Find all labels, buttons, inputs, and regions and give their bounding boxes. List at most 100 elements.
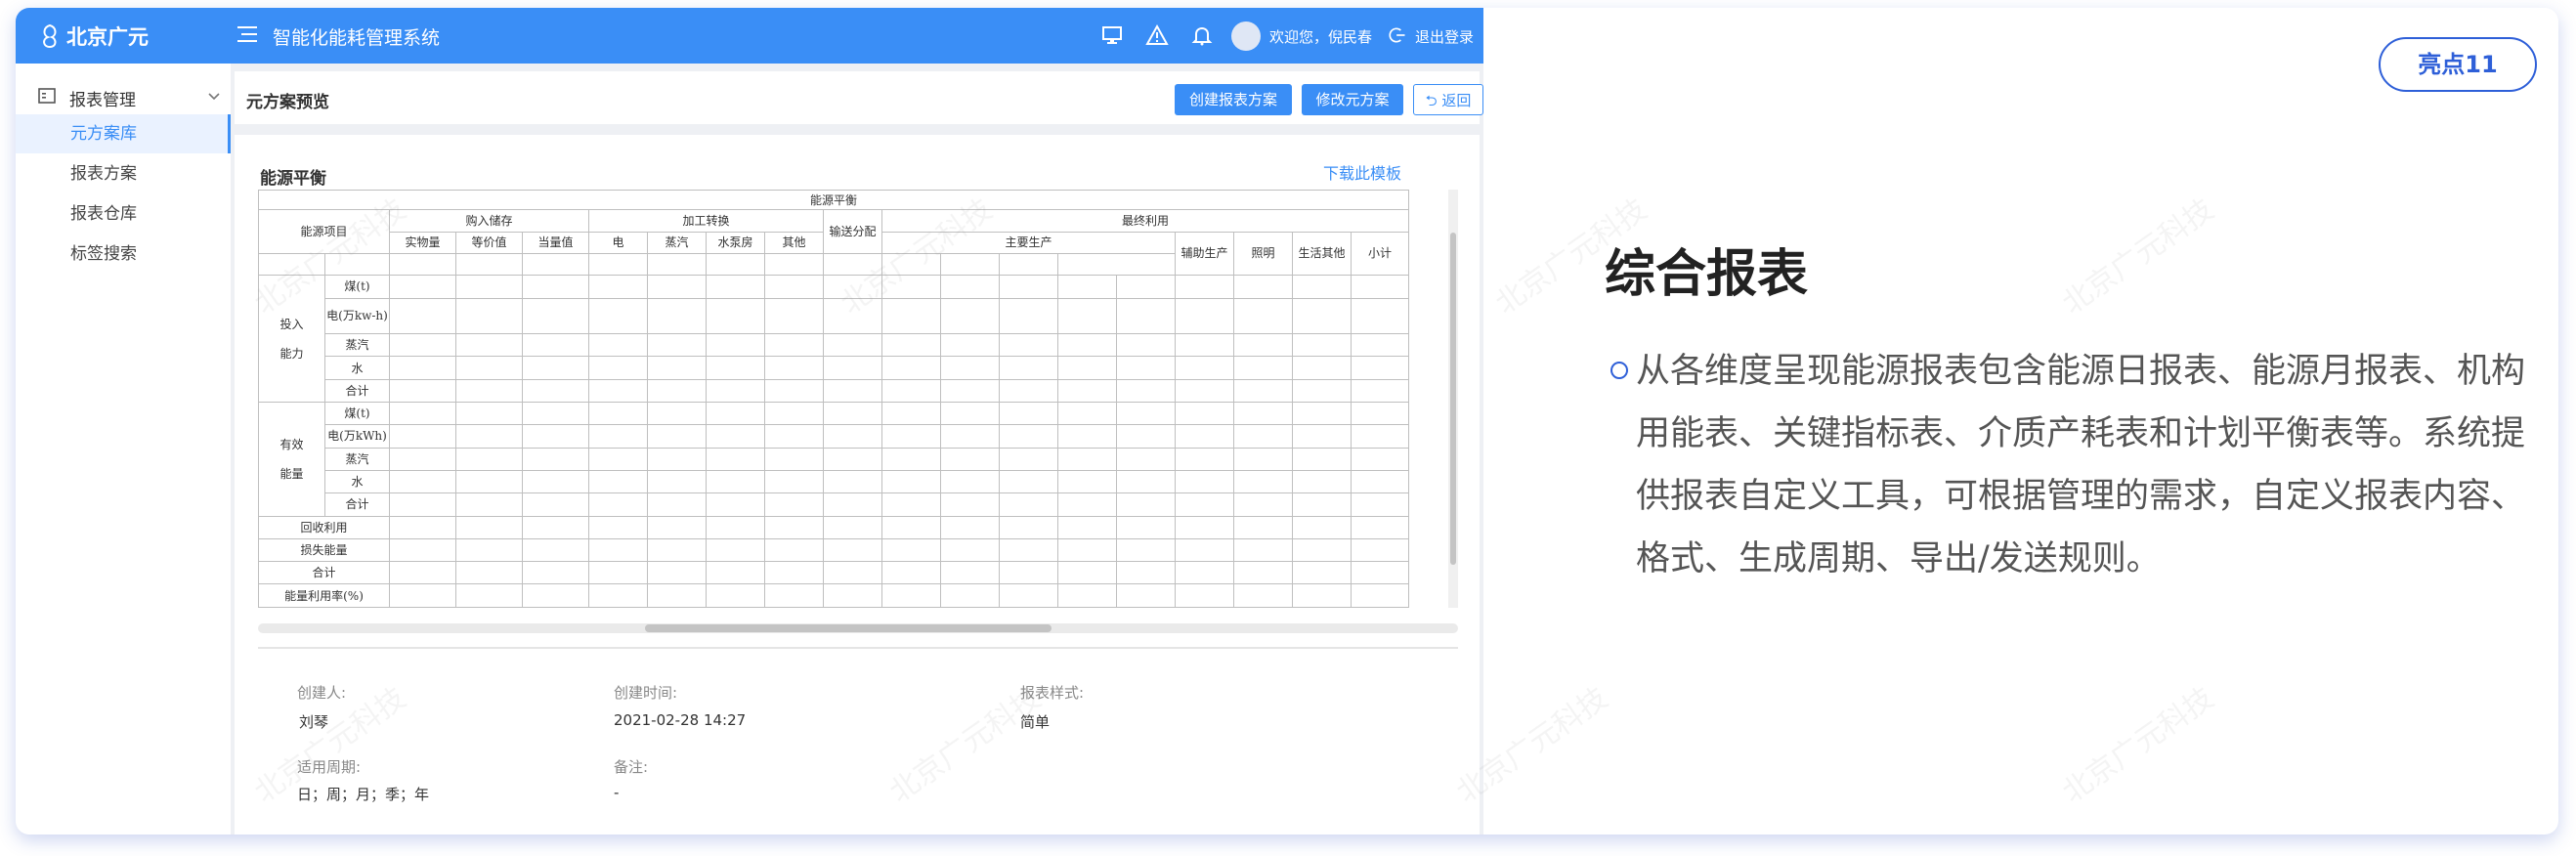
table-cell — [522, 515, 589, 539]
logo-icon — [43, 23, 57, 49]
table-cell — [1350, 469, 1410, 494]
horizontal-scroll-thumb[interactable] — [645, 624, 1052, 632]
table-cell — [999, 275, 1058, 299]
table-cell — [999, 252, 1058, 277]
table-cell — [647, 424, 707, 449]
table-cell — [389, 469, 456, 494]
avatar[interactable] — [1231, 21, 1261, 51]
table-cell — [1057, 537, 1117, 563]
table-cell — [389, 356, 456, 380]
table-cell — [1292, 275, 1352, 299]
table-cell — [588, 515, 648, 539]
bullet-icon — [1610, 362, 1628, 379]
table-cell — [706, 275, 765, 299]
table-title: 能源平衡 — [257, 189, 1410, 211]
table-cell — [940, 401, 1000, 426]
back-button[interactable]: ⮌ 返回 — [1413, 84, 1483, 115]
logout-icon[interactable] — [1388, 25, 1407, 45]
header-final: 最终利用 — [880, 209, 1410, 233]
table-cell — [1116, 333, 1176, 358]
table-cell — [588, 492, 648, 517]
table-cell — [1116, 492, 1176, 517]
warning-icon[interactable] — [1145, 23, 1169, 47]
table-cell — [1350, 297, 1410, 335]
table-cell — [881, 583, 941, 608]
sidebar: 报表管理 元方案库 报表方案 报表仓库 标签搜索 — [16, 64, 231, 835]
table-cell — [647, 447, 707, 471]
menu-icon[interactable] — [236, 23, 259, 45]
sidebar-item-tag-search[interactable]: 标签搜索 — [16, 235, 231, 274]
table-cell — [389, 515, 456, 539]
table-cell — [1350, 424, 1410, 449]
table-cell — [455, 252, 523, 277]
table-cell — [1175, 297, 1234, 335]
table-cell — [706, 561, 765, 585]
monitor-icon[interactable] — [1100, 23, 1124, 47]
table-cell — [1175, 537, 1234, 563]
table-cell — [706, 424, 765, 449]
table-cell — [764, 378, 824, 403]
table-cell — [647, 333, 707, 358]
table-cell — [1233, 492, 1293, 517]
table-cell — [522, 356, 589, 380]
table-cell — [522, 583, 589, 608]
table-cell — [1350, 583, 1410, 608]
table-cell — [764, 424, 824, 449]
table-cell — [1350, 378, 1410, 403]
logout-link[interactable]: 退出登录 — [1415, 26, 1474, 47]
table-cell — [389, 401, 456, 426]
create-report-plan-button[interactable]: 创建报表方案 — [1175, 84, 1292, 115]
vertical-scrollbar[interactable] — [1448, 190, 1458, 608]
watermark: 北京广元科技 — [2056, 192, 2220, 321]
table-cell — [823, 297, 882, 335]
logo[interactable]: 北京广元 — [39, 21, 149, 51]
table-cell — [1116, 356, 1176, 380]
table-cell — [389, 424, 456, 449]
table-cell — [1175, 333, 1234, 358]
table-cell — [706, 492, 765, 517]
table-cell — [881, 275, 941, 299]
bell-icon[interactable] — [1190, 23, 1214, 47]
table-cell — [1292, 447, 1352, 471]
header-sub-pump: 水泵房 — [706, 231, 765, 254]
table-cell — [823, 275, 882, 299]
table-cell — [940, 252, 1000, 277]
table-cell — [706, 447, 765, 471]
horizontal-scrollbar[interactable] — [258, 623, 1458, 633]
table-cell — [1175, 275, 1234, 299]
table-cell — [1116, 469, 1176, 494]
table-cell — [940, 515, 1000, 539]
header-sub-main: 主要生产 — [881, 231, 1176, 254]
vertical-scroll-thumb[interactable] — [1450, 233, 1456, 565]
row-label: 合计 — [324, 378, 390, 403]
table-cell — [1350, 447, 1410, 471]
table-cell — [881, 469, 941, 494]
table-cell — [823, 537, 882, 563]
table-row: 合计 — [259, 492, 1410, 517]
table-cell — [881, 297, 941, 335]
table-cell — [940, 537, 1000, 563]
page-header: 元方案预览 创建报表方案 修改元方案 ⮌ 返回 — [235, 71, 1483, 124]
preview-panel: 能源平衡 下载此模板 能源平衡 能源项目 购入储存 加工转换 输送分配 最终利用… — [235, 135, 1480, 835]
sidebar-item-meta-library[interactable]: 元方案库 — [16, 114, 231, 153]
section-heading: 综合报表 — [1605, 245, 1809, 304]
table-cell — [647, 401, 707, 426]
table-cell — [999, 583, 1058, 608]
download-template-link[interactable]: 下载此模板 — [1323, 160, 1401, 184]
table-cell — [1057, 401, 1117, 426]
sidebar-item-report-warehouse[interactable]: 报表仓库 — [16, 194, 231, 234]
table-cell — [999, 297, 1058, 335]
report-icon — [38, 88, 56, 104]
created-time-label: 创建时间: — [614, 684, 678, 702]
sidebar-group-report[interactable]: 报表管理 — [16, 81, 231, 112]
table-cell — [1350, 401, 1410, 426]
sidebar-item-report-plan[interactable]: 报表方案 — [16, 154, 231, 193]
table-cell — [940, 424, 1000, 449]
edit-meta-plan-button[interactable]: 修改元方案 — [1302, 84, 1403, 115]
table-cell — [764, 252, 824, 277]
table-cell — [1175, 447, 1234, 471]
table-row: 能量利用率(%) — [258, 583, 1410, 608]
table-cell — [999, 469, 1058, 494]
table-cell — [764, 275, 824, 299]
table-cell — [522, 252, 589, 277]
